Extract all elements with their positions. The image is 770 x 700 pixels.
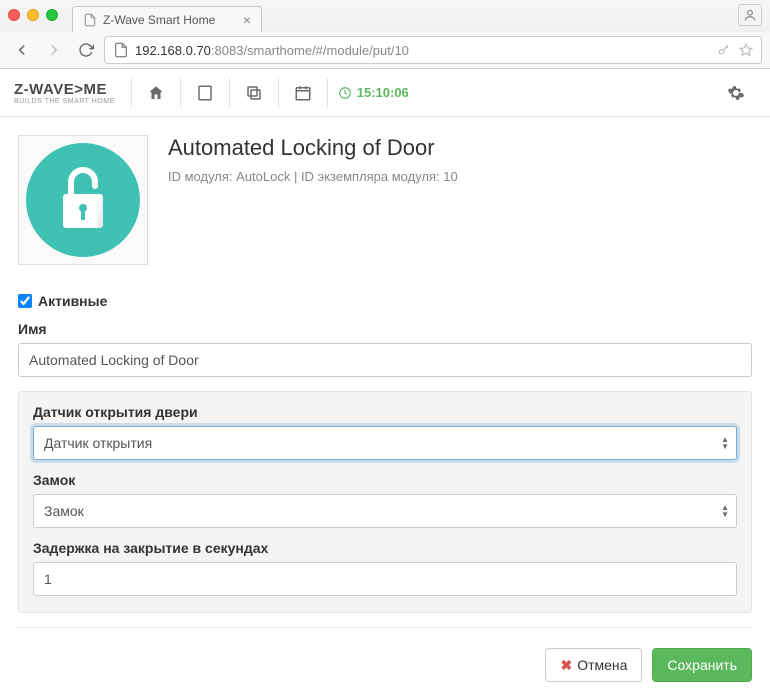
window-controls (8, 9, 58, 21)
main-content: Automated Locking of Door ID модуля: Aut… (0, 117, 770, 700)
delay-label: Задержка на закрытие в секундах (33, 540, 737, 556)
logo-text: Z-WAVE>ME (14, 81, 115, 98)
unlock-icon (52, 164, 114, 236)
url-host: 192.168.0.70 (135, 43, 211, 58)
clock-icon (338, 86, 352, 100)
lock-label: Замок (33, 472, 737, 488)
app-toolbar: Z-WAVE>ME BUILDS THE SMART HOME 15:10:06 (0, 69, 770, 117)
cancel-label: Отмена (577, 657, 627, 673)
sensor-label: Датчик открытия двери (33, 404, 737, 420)
browser-reload-button[interactable] (72, 36, 100, 64)
close-window-button[interactable] (8, 9, 20, 21)
maximize-window-button[interactable] (46, 9, 58, 21)
url-path: :8083/smarthome/#/module/put/10 (211, 43, 409, 58)
module-header: Automated Locking of Door ID модуля: Aut… (18, 135, 752, 265)
settings-button[interactable] (716, 74, 756, 112)
home-icon (147, 84, 165, 102)
rooms-button[interactable] (234, 74, 274, 112)
logo[interactable]: Z-WAVE>ME BUILDS THE SMART HOME (14, 81, 115, 105)
browser-profile-button[interactable] (738, 4, 762, 26)
clock-display: 15:10:06 (338, 85, 409, 100)
save-label: Сохранить (667, 657, 737, 673)
url-bar[interactable]: 192.168.0.70:8083/smarthome/#/module/put… (104, 36, 762, 64)
calendar-icon (294, 84, 312, 102)
browser-back-button[interactable] (8, 36, 36, 64)
delay-input[interactable] (33, 562, 737, 596)
clock-time: 15:10:06 (357, 85, 409, 100)
lock-select[interactable]: Замок (33, 494, 737, 528)
form-footer: ✖ Отмена Сохранить (18, 627, 752, 682)
grid-icon (196, 84, 214, 102)
browser-forward-button[interactable] (40, 36, 68, 64)
copy-icon (245, 84, 263, 102)
config-panel: Датчик открытия двери Датчик открытия ▲▼… (18, 391, 752, 613)
minimize-window-button[interactable] (27, 9, 39, 21)
cancel-button[interactable]: ✖ Отмена (545, 648, 642, 682)
bookmark-star-icon[interactable] (739, 43, 753, 57)
logo-subtext: BUILDS THE SMART HOME (14, 98, 115, 105)
gear-icon (727, 84, 745, 102)
home-button[interactable] (136, 74, 176, 112)
active-label: Активные (38, 293, 107, 309)
name-label: Имя (18, 321, 752, 337)
module-icon (18, 135, 148, 265)
browser-chrome: Z-Wave Smart Home × 192.168.0.70:8083/sm… (0, 0, 770, 69)
module-meta: ID модуля: AutoLock | ID экземпляра моду… (168, 169, 458, 184)
devices-button[interactable] (185, 74, 225, 112)
save-button[interactable]: Сохранить (652, 648, 752, 682)
module-title: Automated Locking of Door (168, 135, 458, 161)
key-icon (717, 43, 731, 57)
sensor-select[interactable]: Датчик открытия (33, 426, 737, 460)
events-button[interactable] (283, 74, 323, 112)
active-checkbox[interactable] (18, 294, 32, 308)
globe-icon (113, 42, 129, 58)
name-input[interactable] (18, 343, 752, 377)
close-icon: ✖ (560, 657, 572, 674)
